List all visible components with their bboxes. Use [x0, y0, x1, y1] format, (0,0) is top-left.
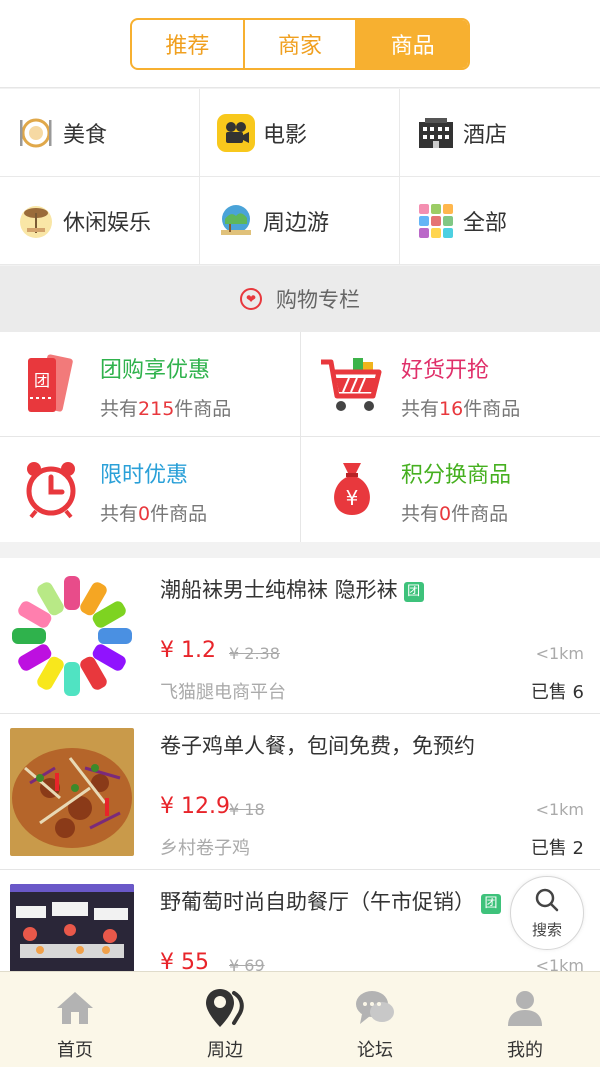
- category-grid: 美食 电影 酒店 休闲娱乐 周边游 全部: [0, 89, 600, 265]
- shop-group-buy[interactable]: 团 团购享优惠 共有215件商品: [0, 332, 300, 436]
- product-name: 潮船袜男士纯棉袜 隐形袜团: [160, 574, 424, 604]
- category-label: 周边游: [263, 210, 330, 236]
- tab-recommend[interactable]: 推荐: [132, 20, 245, 68]
- product-original-price: ¥ 69: [229, 956, 265, 971]
- shop-hot-deals[interactable]: 好货开抢 共有16件商品: [301, 332, 600, 436]
- shop-title: 团购享优惠: [100, 358, 211, 383]
- product-distance: <1km: [535, 644, 584, 663]
- shop-count: 共有16件商品: [401, 398, 521, 420]
- shop-count: 共有0件商品: [100, 503, 208, 525]
- category-food[interactable]: 美食: [0, 89, 199, 176]
- product-image-buffet: [10, 884, 134, 971]
- money-bag-icon: ¥: [323, 459, 381, 519]
- product-original-price: ¥ 2.38: [229, 644, 280, 663]
- category-label: 电影: [263, 122, 308, 148]
- product-shop-name: 乡村卷子鸡: [160, 838, 250, 859]
- product-original-price: ¥ 18: [229, 800, 265, 819]
- product-price: ¥ 12.9: [160, 794, 230, 819]
- category-travel[interactable]: 周边游: [200, 177, 399, 264]
- segmented-tabs: 推荐 商家 商品: [130, 18, 470, 70]
- group-buy-badge: 团: [481, 894, 501, 914]
- food-icon: [17, 114, 55, 152]
- nav-label: 论坛: [357, 1040, 393, 1061]
- alarm-clock-icon: [22, 459, 80, 519]
- category-all[interactable]: 全部: [400, 177, 600, 264]
- svg-text:¥: ¥: [346, 486, 359, 510]
- nav-label: 首页: [57, 1040, 93, 1061]
- product-shop-name: 飞猫腿电商平台: [160, 682, 286, 703]
- nav-home[interactable]: 首页: [0, 972, 150, 1067]
- movie-icon: [217, 113, 255, 152]
- shop-count: 共有0件商品: [401, 503, 509, 525]
- category-label: 美食: [63, 122, 108, 148]
- product-name: 野葡萄时尚自助餐厅（午市促销）团: [160, 886, 501, 916]
- search-label: 搜索: [531, 920, 562, 939]
- category-leisure[interactable]: 休闲娱乐: [0, 177, 199, 264]
- home-icon: [53, 986, 97, 1030]
- shopping-section-header: ❤ 购物专栏: [0, 266, 600, 332]
- product-distance: <1km: [535, 800, 584, 819]
- cart-icon: [319, 354, 383, 414]
- product-item[interactable]: 潮船袜男士纯棉袜 隐形袜团 ¥ 1.2 ¥ 2.38 <1km 飞猫腿电商平台 …: [0, 558, 600, 714]
- product-sold-count: 已售 6: [530, 682, 584, 703]
- nav-nearby[interactable]: 周边: [150, 972, 300, 1067]
- floating-search-button[interactable]: 搜索: [510, 876, 584, 950]
- category-label: 休闲娱乐: [63, 210, 152, 236]
- shopping-grid: 团 团购享优惠 共有215件商品 好货开抢 共有16件商品 限时优惠 共有0件商…: [0, 332, 600, 542]
- group-buy-badge: 团: [403, 582, 424, 602]
- product-name: 卷子鸡单人餐，包间免费，免预约: [160, 734, 475, 758]
- ticket-icon: 团: [22, 354, 80, 414]
- nav-label: 我的: [507, 1040, 543, 1061]
- product-item[interactable]: 卷子鸡单人餐，包间免费，免预约 ¥ 12.9 ¥ 18 <1km 乡村卷子鸡 已…: [0, 714, 600, 870]
- location-icon: [203, 986, 247, 1030]
- category-movie[interactable]: 电影: [200, 89, 399, 176]
- category-label: 全部: [463, 210, 508, 236]
- hotel-icon: [417, 114, 455, 152]
- shop-limited-time[interactable]: 限时优惠 共有0件商品: [0, 437, 300, 542]
- section-title: 购物专栏: [276, 288, 360, 312]
- tab-merchants[interactable]: 商家: [245, 20, 358, 68]
- bottom-nav: 首页 周边 论坛 我的: [0, 971, 600, 1067]
- product-price: ¥ 55: [160, 950, 209, 971]
- shop-title: 限时优惠: [100, 463, 189, 488]
- leisure-icon: [17, 202, 55, 240]
- tab-goods[interactable]: 商品: [357, 20, 468, 68]
- user-icon: [503, 986, 547, 1030]
- nav-label: 周边: [207, 1040, 243, 1061]
- top-bar: 推荐 商家 商品: [0, 0, 600, 88]
- product-sold-count: 已售 2: [530, 838, 584, 859]
- product-distance: <1km: [535, 956, 584, 971]
- product-price: ¥ 1.2: [160, 638, 216, 663]
- search-icon: [534, 887, 560, 917]
- heart-icon: ❤: [240, 288, 262, 310]
- category-hotel[interactable]: 酒店: [400, 89, 600, 176]
- all-icon: [417, 202, 455, 240]
- shop-count: 共有215件商品: [100, 398, 232, 420]
- nav-mine[interactable]: 我的: [450, 972, 600, 1067]
- shop-points-exchange[interactable]: ¥ 积分换商品 共有0件商品: [301, 437, 600, 542]
- svg-text:团: 团: [34, 371, 50, 390]
- travel-icon: [217, 202, 255, 240]
- shop-title: 积分换商品: [401, 463, 512, 488]
- chat-icon: [353, 986, 397, 1030]
- nav-forum[interactable]: 论坛: [300, 972, 450, 1067]
- shop-title: 好货开抢: [401, 358, 490, 383]
- product-image-chicken: [10, 728, 134, 856]
- product-image-socks: [10, 572, 134, 700]
- category-label: 酒店: [463, 122, 508, 148]
